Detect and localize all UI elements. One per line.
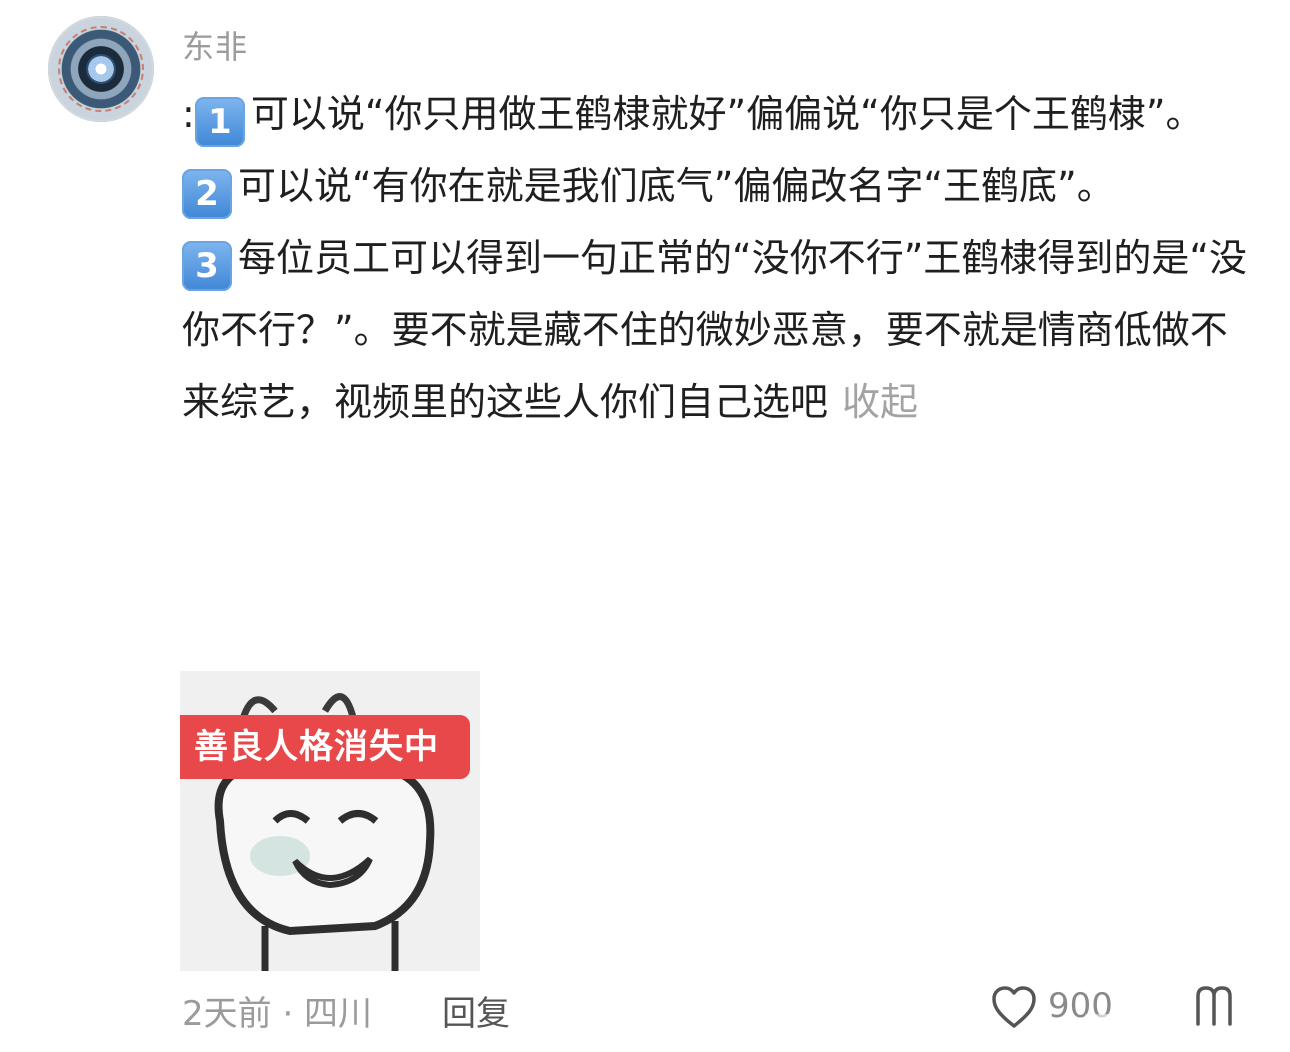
comment-body: :1 可以说“你只用做王鹤棣就好”偏偏说“你只是个王鹤棣”。 2 可以说“有你在就是… (182, 78, 1252, 438)
collapse-link[interactable]: 收起 (842, 380, 918, 424)
keycap-2-icon: 2 (182, 169, 232, 219)
comment-item-2: 2 可以说“有你在就是我们底气”偏偏改名字“王鹤底”。 (182, 150, 1252, 222)
user-avatar[interactable] (48, 16, 154, 122)
comment-prefix: : (182, 92, 195, 136)
reaction-icon[interactable] (1192, 982, 1240, 1030)
comment-item-3: 3 每位员工可以得到一句正常的“没你不行”王鹤棣得到的是“没你不行？”。要不就是藏… (182, 222, 1252, 438)
timestamp-location: 2天前 · 四川 (182, 994, 373, 1034)
reply-button[interactable]: 回复 (442, 986, 510, 1035)
avatar-core-decoration (86, 54, 116, 84)
keycap-1-icon: 1 (194, 97, 245, 147)
keycap-3-icon: 3 (182, 241, 232, 291)
comment-item-1-text: 可以说“你只用做王鹤棣就好”偏偏说“你只是个王鹤棣”。 (250, 92, 1204, 136)
meme-image[interactable]: 善良人格消失中 (180, 671, 480, 971)
comment-item-2-text: 可以说“有你在就是我们底气”偏偏改名字“王鹤底”。 (238, 164, 1115, 208)
username[interactable]: 东非 (182, 22, 248, 68)
heart-icon[interactable] (990, 984, 1038, 1030)
meme-caption: 善良人格消失中 (180, 715, 470, 779)
comment-item-1: :1 可以说“你只用做王鹤棣就好”偏偏说“你只是个王鹤棣”。 (182, 78, 1252, 150)
comment-item-3-text: 每位员工可以得到一句正常的“没你不行”王鹤棣得到的是“没你不行？”。要不就是藏不… (182, 236, 1248, 424)
reaction-strip-overlay (1085, 1014, 1290, 1042)
